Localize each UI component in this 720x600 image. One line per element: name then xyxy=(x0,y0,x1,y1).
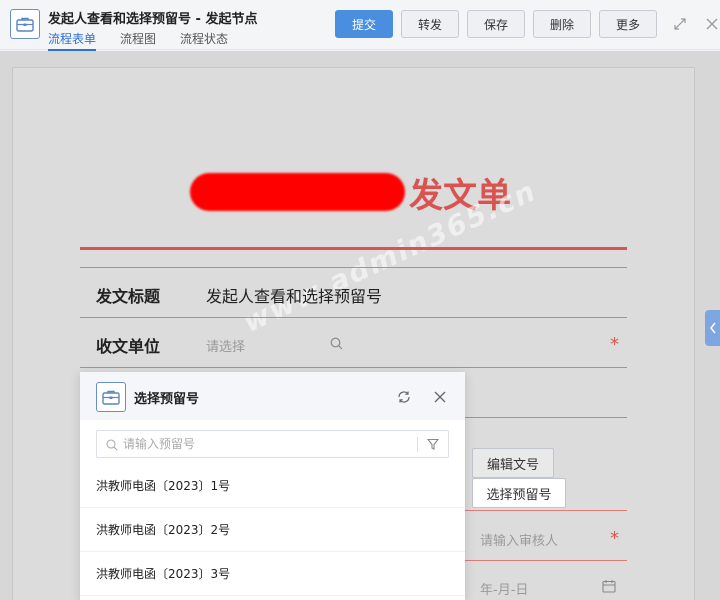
tab-form[interactable]: 流程表单 xyxy=(48,30,97,51)
subject-label: 发文标题 xyxy=(96,287,161,306)
delete-button[interactable]: 删除 xyxy=(533,10,591,38)
briefcase-icon xyxy=(96,382,126,412)
row-divider xyxy=(80,317,627,318)
subject-value[interactable]: 发起人查看和选择预留号 xyxy=(206,283,382,307)
search-icon xyxy=(106,439,118,451)
row-divider xyxy=(80,267,627,268)
save-button[interactable]: 保存 xyxy=(467,10,525,38)
maximize-icon[interactable] xyxy=(672,16,688,32)
receiver-label: 收文单位 xyxy=(96,337,161,356)
list-item[interactable]: 洪教师电函〔2023〕1号 xyxy=(80,464,465,508)
chevron-left-icon xyxy=(709,322,716,334)
date-input[interactable]: 年-月-日 xyxy=(480,579,528,598)
required-mark: * xyxy=(610,528,619,549)
search-icon[interactable] xyxy=(330,335,343,354)
top-bar: 发起人查看和选择预留号 - 发起节点 流程表单 流程图 流程状态 提交 转发 保… xyxy=(0,0,720,51)
refresh-icon[interactable] xyxy=(396,389,412,405)
tab-status[interactable]: 流程状态 xyxy=(180,30,228,51)
list-item[interactable]: 洪教师电函〔2023〕2号 xyxy=(80,508,465,552)
divider xyxy=(417,437,418,452)
page-title: 发起人查看和选择预留号 - 发起节点 xyxy=(48,12,258,27)
forward-button[interactable]: 转发 xyxy=(401,10,459,38)
briefcase-icon xyxy=(10,9,40,39)
row-divider xyxy=(80,367,627,368)
tab-flowchart[interactable]: 流程图 xyxy=(120,30,156,51)
receiver-select[interactable]: 请选择 xyxy=(206,336,245,355)
popup-header: 选择预留号 xyxy=(80,372,465,420)
submit-button[interactable]: 提交 xyxy=(335,10,393,38)
popup-title: 选择预留号 xyxy=(134,392,200,407)
list-item[interactable]: 洪教师电函〔2023〕3号 xyxy=(80,552,465,596)
reserved-number-popup: 选择预留号 洪教师电函〔2023〕1号 洪教师电函〔2023〕2号 洪教师电函〔… xyxy=(80,372,465,600)
reviewer-input[interactable]: 请输入审核人 xyxy=(480,530,558,549)
reserved-search-box xyxy=(96,430,449,458)
title-divider xyxy=(80,247,627,250)
required-mark: * xyxy=(610,334,619,355)
close-icon[interactable] xyxy=(704,16,720,32)
reserved-search-input[interactable] xyxy=(123,434,413,454)
redacted-area xyxy=(190,173,405,211)
select-reserved-button[interactable]: 选择预留号 xyxy=(472,478,566,508)
calendar-icon[interactable] xyxy=(602,578,616,597)
more-button[interactable]: 更多 xyxy=(599,10,657,38)
tab-bar: 流程表单 流程图 流程状态 xyxy=(48,30,228,51)
filter-icon[interactable] xyxy=(427,438,439,450)
close-icon[interactable] xyxy=(432,389,448,405)
side-panel-toggle[interactable] xyxy=(705,310,720,346)
edit-number-button[interactable]: 编辑文号 xyxy=(472,448,554,478)
